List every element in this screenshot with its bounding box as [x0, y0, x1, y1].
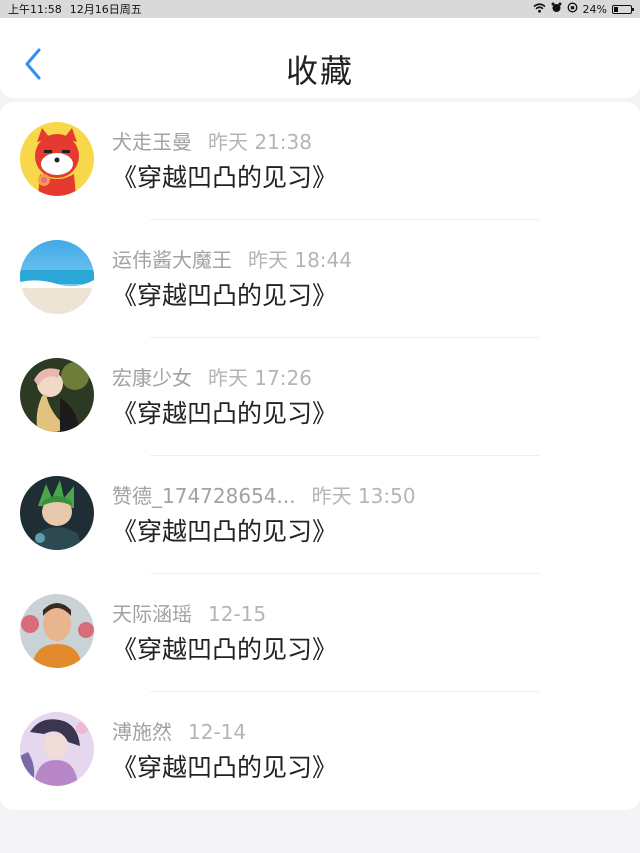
work-title: 《穿越凹凸的见习》 — [112, 517, 338, 546]
timestamp: 昨天 18:44 — [248, 248, 352, 272]
list-item[interactable]: 犬走玉曼 昨天 21:38 《穿越凹凸的见习》 — [0, 102, 640, 220]
avatar[interactable] — [20, 122, 94, 196]
user-name: 赞德_174728654... — [112, 484, 296, 508]
status-bar: 上午11:58 12月16日周五 24% — [0, 0, 640, 18]
work-title: 《穿越凹凸的见习》 — [112, 281, 338, 310]
user-name: 宏康少女 — [112, 366, 192, 390]
list-item[interactable]: 宏康少女 昨天 17:26 《穿越凹凸的见习》 — [0, 338, 640, 456]
wifi-icon — [533, 2, 546, 16]
avatar[interactable] — [20, 358, 94, 432]
work-title: 《穿越凹凸的见习》 — [112, 399, 338, 428]
work-title: 《穿越凹凸的见习》 — [112, 163, 338, 192]
alarm-icon — [551, 2, 562, 16]
user-name: 溥施然 — [112, 720, 172, 744]
timestamp: 12-14 — [188, 720, 247, 744]
status-time: 上午11:58 — [8, 3, 62, 16]
header: 收藏 — [0, 18, 640, 98]
list-item[interactable]: 运伟酱大魔王 昨天 18:44 《穿越凹凸的见习》 — [0, 220, 640, 338]
battery-percent: 24% — [582, 2, 607, 16]
avatar[interactable] — [20, 240, 94, 314]
item-meta: 赞德_174728654... 昨天 13:50 — [112, 480, 416, 509]
user-name: 犬走玉曼 — [112, 130, 192, 154]
item-meta: 运伟酱大魔王 昨天 18:44 — [112, 244, 352, 273]
list-item[interactable]: 溥施然 12-14 《穿越凹凸的见习》 — [0, 692, 640, 810]
user-name: 天际涵瑶 — [112, 602, 192, 626]
timestamp: 12-15 — [208, 602, 267, 626]
avatar[interactable] — [20, 712, 94, 786]
avatar[interactable] — [20, 594, 94, 668]
work-title: 《穿越凹凸的见习》 — [112, 635, 338, 664]
work-title: 《穿越凹凸的见习》 — [112, 753, 338, 782]
user-name: 运伟酱大魔王 — [112, 248, 232, 272]
item-meta: 天际涵瑶 12-15 — [112, 598, 266, 627]
item-meta: 犬走玉曼 昨天 21:38 — [112, 126, 312, 155]
timestamp: 昨天 13:50 — [311, 484, 416, 508]
orientation-lock-icon — [567, 2, 578, 16]
item-meta: 宏康少女 昨天 17:26 — [112, 362, 312, 391]
timestamp: 昨天 17:26 — [208, 366, 312, 390]
favorites-list: 犬走玉曼昨天 21:38 《穿越凹凸的见习》 运伟酱大魔王昨天 18:44 — [0, 102, 640, 810]
list-item[interactable]: 赞德_174728654... 昨天 13:50 《穿越凹凸的见习》 — [0, 456, 640, 574]
avatar[interactable] — [20, 476, 94, 550]
timestamp: 昨天 21:38 — [208, 130, 312, 154]
list-item[interactable]: 天际涵瑶 12-15 《穿越凹凸的见习》 — [0, 574, 640, 692]
status-date: 12月16日周五 — [69, 3, 142, 16]
item-meta: 溥施然 12-14 — [112, 716, 246, 745]
battery-icon — [612, 4, 634, 14]
page-title: 收藏 — [285, 52, 354, 90]
battery-level — [614, 6, 618, 12]
